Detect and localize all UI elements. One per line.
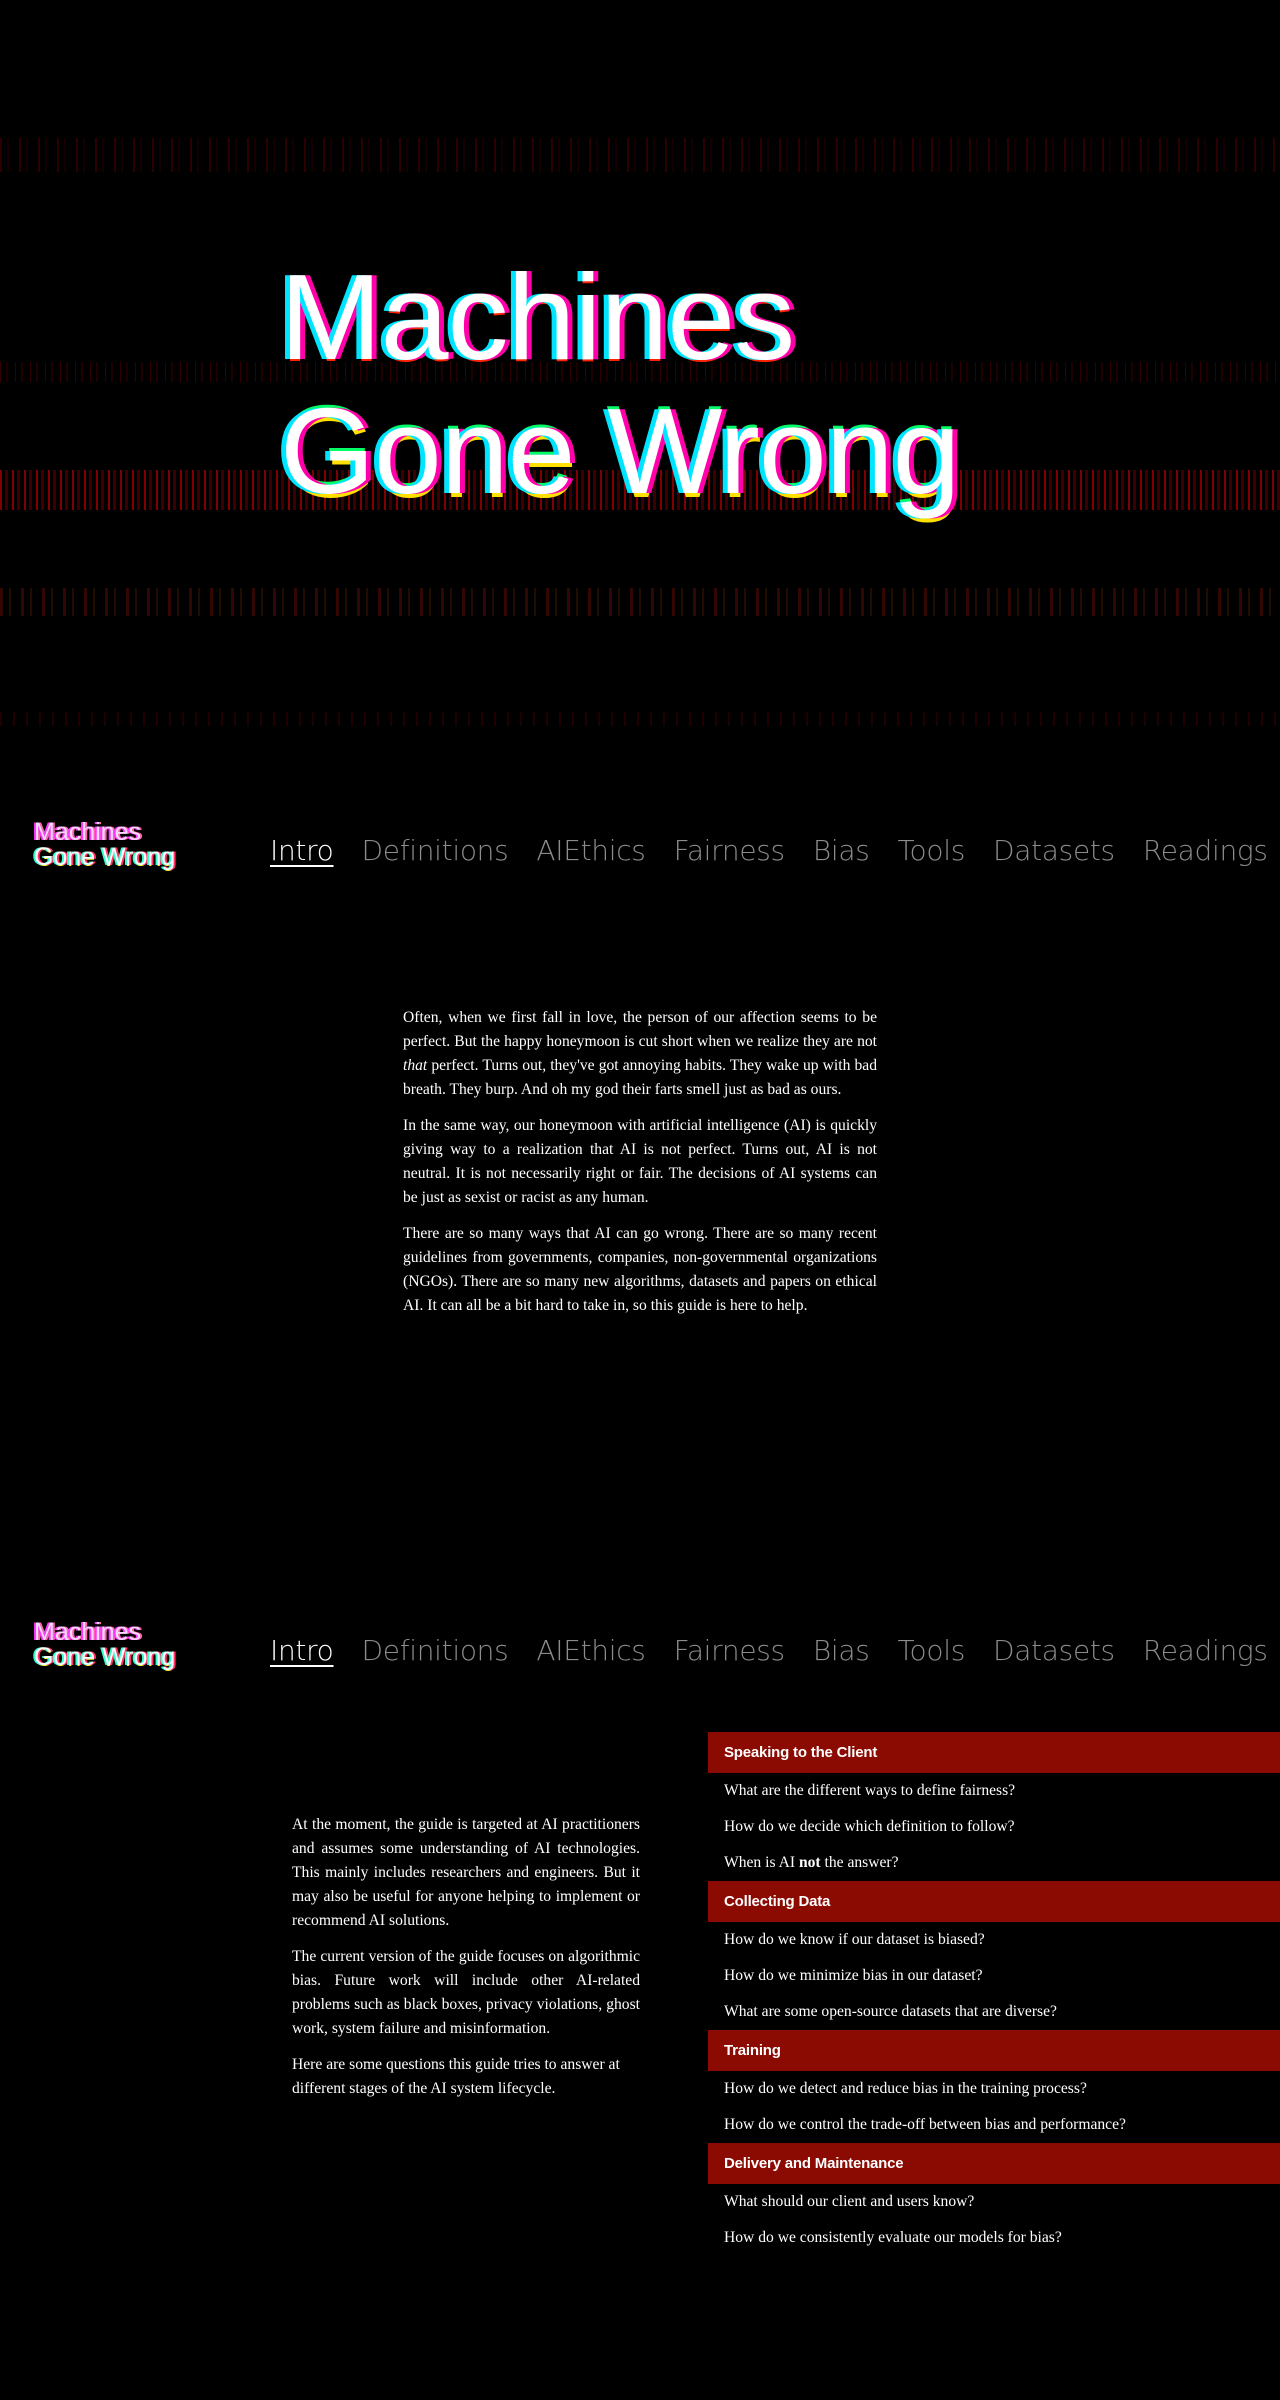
nav-link-aiethics[interactable]: AIEthics [536,1634,646,1667]
logo-line1: Machines [34,818,141,846]
question-item[interactable]: When is AI not the answer? [708,1845,1280,1881]
audience-paragraph-3: Here are some questions this guide tries… [292,2056,620,2097]
question-item[interactable]: How do we consistently evaluate our mode… [708,2220,1280,2256]
nav-link-definitions[interactable]: Definitions [362,1634,509,1667]
sticky-navigation: Machines Gone Wrong Intro Definitions AI… [0,1590,1280,1710]
question-text: When is AI [724,1854,799,1871]
intro-paragraph-2: In the same way, our honeymoon with arti… [403,1117,877,1206]
question-item[interactable]: What should our client and users know? [708,2184,1280,2220]
audience-section: At the moment, the guide is targeted at … [292,1813,640,2113]
question-item[interactable]: How do we minimize bias in our dataset? [708,1958,1280,1994]
question-item[interactable]: How do we control the trade-off between … [708,2107,1280,2143]
question-emphasis: not [798,1854,821,1871]
nav-links: Intro Definitions AIEthics Fairness Bias… [270,790,1280,910]
logo-line1: Machines [34,1618,141,1646]
hero-banner: Machines Gone Wrong [0,0,1280,760]
stage-header-speaking-to-client: Speaking to the Client [708,1732,1280,1773]
nav-link-datasets[interactable]: Datasets [993,1634,1115,1667]
glitch-noise-band [0,712,1280,726]
nav-link-aiethics[interactable]: AIEthics [536,834,646,867]
nav-link-readings[interactable]: Readings [1143,1634,1268,1667]
nav-link-bias[interactable]: Bias [813,1634,870,1667]
stage-header-delivery-maintenance: Delivery and Maintenance [708,2143,1280,2184]
top-navigation: Machines Gone Wrong Intro Definitions AI… [0,790,1280,910]
nav-link-tools[interactable]: Tools [898,834,966,867]
nav-link-tools[interactable]: Tools [898,1634,966,1667]
nav-link-intro[interactable]: Intro [270,834,334,867]
stage-header-training: Training [708,2030,1280,2071]
logo-line2: Gone Wrong [34,843,176,871]
hero-title: Machines Gone Wrong [280,249,960,519]
intro-paragraph-3: There are so many ways that AI can go wr… [403,1225,877,1314]
glitch-noise-band [0,138,1280,172]
site-logo[interactable]: Machines Gone Wrong [34,1620,234,1670]
question-item[interactable]: How do we decide which definition to fol… [708,1809,1280,1845]
intro-paragraph-1: Often, when we first fall in love, the p… [403,1006,877,1102]
intro-p1-emphasis: that [403,1057,428,1074]
nav-link-bias[interactable]: Bias [813,834,870,867]
nav-link-readings[interactable]: Readings [1143,834,1268,867]
nav-link-fairness[interactable]: Fairness [674,834,786,867]
intro-section: Often, when we first fall in love, the p… [403,1006,877,1330]
nav-link-intro[interactable]: Intro [270,1634,334,1667]
question-item[interactable]: What are the different ways to define fa… [708,1773,1280,1809]
intro-p1-text: Often, when we first fall in love, the p… [403,1009,877,1050]
question-item[interactable]: How do we know if our dataset is biased? [708,1922,1280,1958]
nav-link-fairness[interactable]: Fairness [674,1634,786,1667]
nav-link-definitions[interactable]: Definitions [362,834,509,867]
hero-title-line2: Gone Wrong [280,383,960,519]
site-logo[interactable]: Machines Gone Wrong [34,820,234,870]
audience-paragraph-1: At the moment, the guide is targeted at … [292,1816,640,1929]
nav-link-datasets[interactable]: Datasets [993,834,1115,867]
logo-line2: Gone Wrong [34,1643,176,1671]
audience-paragraph-2: The current version of the guide focuses… [292,1948,640,2037]
intro-p1-text-cont: perfect. Turns out, they've got annoying… [403,1057,877,1098]
nav-links: Intro Definitions AIEthics Fairness Bias… [270,1590,1280,1710]
stage-header-collecting-data: Collecting Data [708,1881,1280,1922]
hero-title-line1: Machines [280,249,795,385]
lifecycle-questions: Speaking to the Client What are the diff… [708,1732,1280,2256]
glitch-noise-band [0,588,1280,616]
question-text: the answer? [820,1854,899,1871]
question-item[interactable]: What are some open-source datasets that … [708,1994,1280,2030]
question-item[interactable]: How do we detect and reduce bias in the … [708,2071,1280,2107]
